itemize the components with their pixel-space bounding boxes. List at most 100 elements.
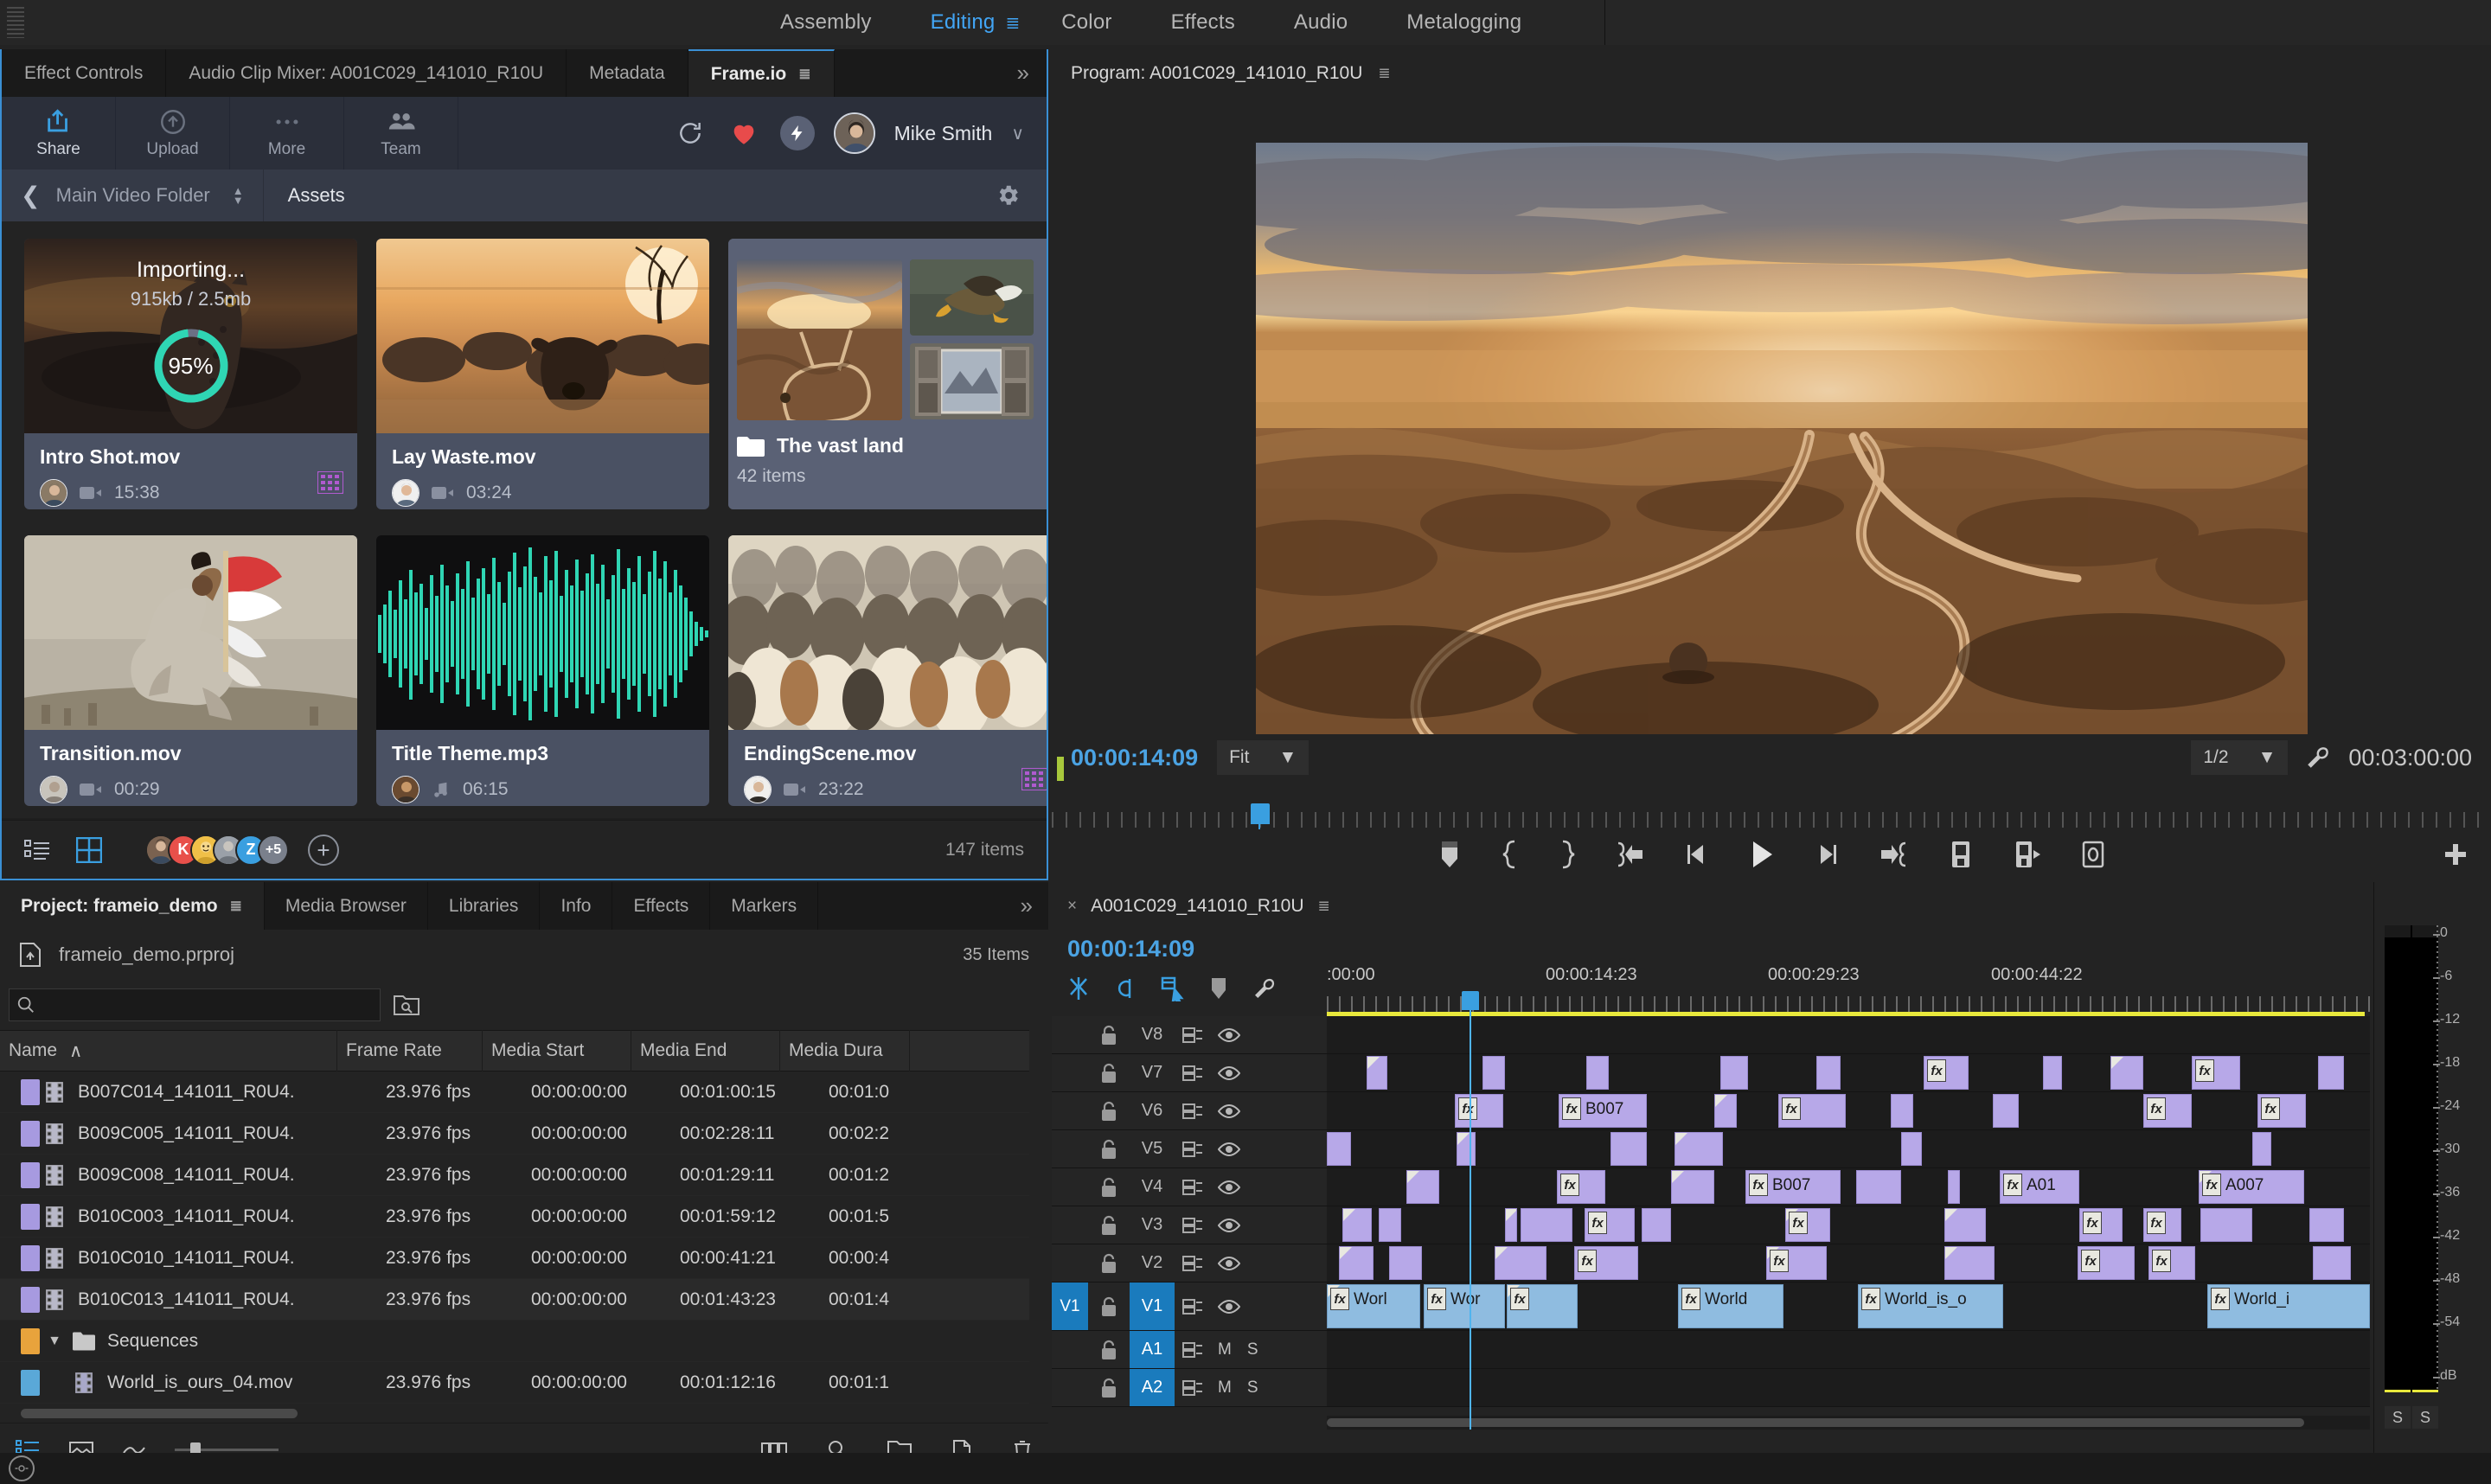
track-body[interactable]	[1327, 1369, 2370, 1406]
timeline-clip[interactable]: fx	[2192, 1056, 2240, 1090]
track-name[interactable]: V1	[1130, 1283, 1175, 1330]
timeline-clip[interactable]	[1944, 1208, 1986, 1242]
snap-icon[interactable]	[1067, 975, 1090, 1001]
heart-icon[interactable]	[727, 116, 761, 150]
timeline-clip[interactable]	[1379, 1208, 1401, 1242]
timeline-clip[interactable]: fx	[1455, 1094, 1503, 1128]
timeline-clip[interactable]: fx	[1557, 1170, 1605, 1204]
lock-icon[interactable]	[1088, 1215, 1130, 1236]
timeline-playhead-timecode[interactable]: 00:00:14:09	[1067, 936, 1194, 963]
column-header-name[interactable]: Name ∧	[0, 1030, 337, 1071]
step-back-button[interactable]	[1684, 841, 1710, 867]
timeline-clip[interactable]: fx	[2078, 1246, 2135, 1280]
tab-markers[interactable]: Markers	[710, 882, 819, 930]
column-header-media-duration[interactable]: Media Dura	[780, 1030, 910, 1071]
asset-card[interactable]: Lay Waste.mov 03:24	[376, 239, 709, 509]
timeline-clip[interactable]	[1505, 1208, 1517, 1242]
sync-lock-icon[interactable]	[1175, 1179, 1211, 1196]
timeline-clip[interactable]: fx B007	[1745, 1170, 1841, 1204]
eye-icon[interactable]	[1211, 1299, 1247, 1314]
track-body[interactable]: fx fx	[1327, 1054, 2370, 1091]
mute-button[interactable]: M	[1218, 1340, 1232, 1359]
timeline-clip[interactable]	[1993, 1094, 2019, 1128]
timeline-clip[interactable]: fx	[1924, 1056, 1969, 1090]
asset-card[interactable]: Transition.mov 00:29	[24, 535, 357, 806]
timeline-clip[interactable]	[1901, 1132, 1922, 1166]
timeline-horizontal-scrollbar[interactable]	[1327, 1416, 2370, 1430]
timeline-clip[interactable]	[1948, 1170, 1960, 1204]
solo-button-left[interactable]: S	[2385, 1406, 2411, 1429]
source-patch-v1[interactable]: V1	[1052, 1283, 1088, 1330]
workspace-tab-metalogging[interactable]: Metalogging	[1377, 10, 1551, 35]
track-header[interactable]: V3	[1052, 1206, 1327, 1244]
timeline-clip[interactable]	[2043, 1056, 2062, 1090]
lock-icon[interactable]	[1088, 1101, 1130, 1122]
table-row[interactable]: World_is_ours_04.mov 23.976 fps 00:00:00…	[0, 1362, 1029, 1404]
timeline-clip[interactable]	[1406, 1170, 1439, 1204]
workspace-tab-audio[interactable]: Audio	[1265, 10, 1377, 35]
mark-in-button[interactable]	[1501, 840, 1520, 869]
track-header[interactable]: V1 V1	[1052, 1283, 1327, 1330]
program-resolution-select[interactable]: 1/2 ▼	[2191, 740, 2289, 775]
mark-out-button[interactable]	[1558, 840, 1577, 869]
track-header[interactable]: V2	[1052, 1244, 1327, 1282]
timeline-clip[interactable]	[1457, 1132, 1476, 1166]
table-row[interactable]: ▼ Sequences	[0, 1321, 1029, 1362]
frameio-more-button[interactable]: More	[230, 97, 344, 170]
timeline-clip[interactable]: fx	[1785, 1208, 1830, 1242]
timeline-clip[interactable]	[1675, 1132, 1723, 1166]
track-header[interactable]: V7	[1052, 1054, 1327, 1091]
column-header-media-end[interactable]: Media End	[631, 1030, 780, 1071]
sync-lock-icon[interactable]	[1175, 1341, 1211, 1359]
timeline-clip[interactable]	[1856, 1170, 1901, 1204]
eye-icon[interactable]	[1211, 1256, 1247, 1271]
sync-lock-icon[interactable]	[1175, 1298, 1211, 1315]
track-header[interactable]: V6	[1052, 1092, 1327, 1129]
timeline-clip[interactable]: fx World_i	[2207, 1284, 2370, 1328]
lock-icon[interactable]	[1088, 1253, 1130, 1274]
program-playhead[interactable]	[1251, 803, 1270, 843]
program-video-frame[interactable]	[1256, 143, 2308, 734]
linked-selection-icon[interactable]	[1114, 975, 1137, 1001]
sync-lock-icon[interactable]	[1175, 1065, 1211, 1082]
eye-icon[interactable]	[1211, 1103, 1247, 1119]
step-forward-button[interactable]	[1814, 841, 1840, 867]
frameio-upload-button[interactable]: Upload	[116, 97, 230, 170]
timeline-clip[interactable]: fx A007	[2199, 1170, 2304, 1204]
marker-icon[interactable]	[1209, 976, 1228, 1001]
sync-lock-icon[interactable]	[1175, 1217, 1211, 1234]
program-playhead-timecode[interactable]: 00:00:14:09	[1071, 745, 1198, 771]
table-row[interactable]: B010C003_141011_R0U4. 23.976 fps 00:00:0…	[0, 1196, 1029, 1238]
table-row[interactable]: B007C014_141011_R0U4. 23.976 fps 00:00:0…	[0, 1071, 1029, 1113]
timeline-clip[interactable]: fx Wor	[1424, 1284, 1505, 1328]
timeline-clip[interactable]: fx	[1778, 1094, 1846, 1128]
track-header[interactable]: A1 M S	[1052, 1331, 1327, 1368]
tab-audio-clip-mixer[interactable]: Audio Clip Mixer: A001C029_141010_R10U	[166, 49, 567, 97]
solo-button[interactable]: S	[1247, 1340, 1258, 1359]
search-input[interactable]	[35, 995, 364, 1014]
asset-card[interactable]: Importing... 915kb / 2.5mb 95% Intro Sho…	[24, 239, 357, 509]
project-menu-icon[interactable]: ≣	[230, 898, 243, 915]
project-horizontal-scrollbar[interactable]	[0, 1404, 1048, 1423]
export-frame-button[interactable]	[2080, 840, 2106, 869]
track-header[interactable]: A2 M S	[1052, 1369, 1327, 1406]
timeline-clip[interactable]: fx World	[1678, 1284, 1783, 1328]
asset-card[interactable]: Title Theme.mp3 06:15	[376, 535, 709, 806]
lock-icon[interactable]	[1088, 1378, 1130, 1398]
column-header-frame-rate[interactable]: Frame Rate	[337, 1030, 483, 1071]
track-body[interactable]: fx fx B007 fx A01 fx A007	[1327, 1168, 2370, 1206]
table-row[interactable]: B010C013_141011_R0U4. 23.976 fps 00:00:0…	[0, 1279, 1029, 1321]
sync-lock-icon[interactable]	[1175, 1141, 1211, 1158]
chevron-left-icon[interactable]: ❮	[2, 182, 56, 209]
breadcrumb-parent[interactable]: Main Video Folder	[56, 184, 210, 207]
lock-icon[interactable]	[1088, 1177, 1130, 1198]
table-row[interactable]: B010C010_141011_R0U4. 23.976 fps 00:00:0…	[0, 1238, 1029, 1279]
timeline-clip[interactable]	[1816, 1056, 1841, 1090]
sync-lock-icon[interactable]	[1175, 1103, 1211, 1120]
timeline-clip[interactable]: fx	[1766, 1246, 1827, 1280]
frameio-team-button[interactable]: Team	[344, 97, 458, 170]
timeline-clip[interactable]	[2110, 1056, 2143, 1090]
timeline-clip[interactable]: fx World_is_o	[1858, 1284, 2003, 1328]
track-header[interactable]: V8	[1052, 1016, 1327, 1053]
collaborator-overflow[interactable]: +5	[258, 834, 289, 866]
